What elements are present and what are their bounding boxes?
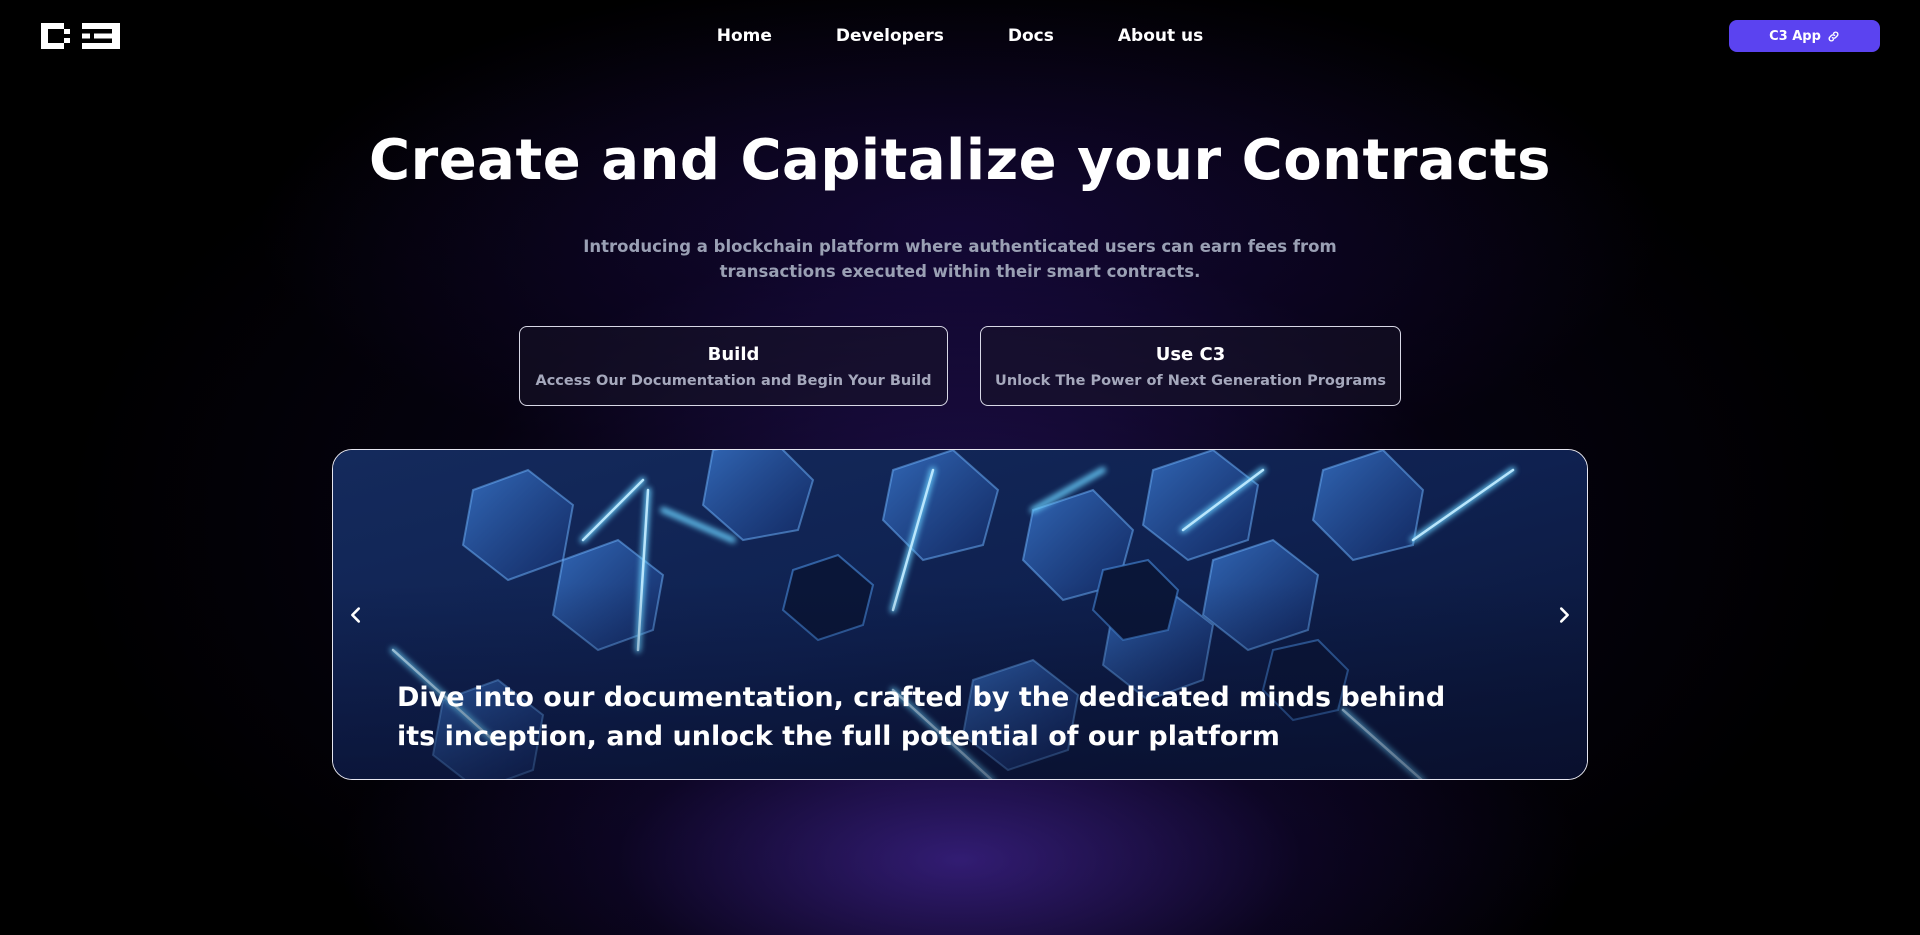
build-button-description: Access Our Documentation and Begin Your … [535,372,932,389]
build-button-title: Build [707,343,760,365]
carousel-next-button[interactable] [1549,600,1579,630]
c3-app-button[interactable]: C3 App [1729,20,1880,52]
use-c3-button[interactable]: Use C3 Unlock The Power of Next Generati… [980,326,1401,406]
carousel: Dive into our documentation, crafted by … [332,449,1588,780]
chevron-right-icon [1559,607,1569,623]
build-button[interactable]: Build Access Our Documentation and Begin… [519,326,948,406]
chevron-left-icon [351,607,361,623]
carousel-prev-button[interactable] [341,600,371,630]
page: Home Developers Docs About us C3 App Cre… [0,0,1920,935]
use-c3-button-title: Use C3 [1155,343,1226,365]
nav-link-home[interactable]: Home [717,26,772,46]
top-nav: Home Developers Docs About us C3 App [0,0,1920,72]
external-link-icon [1828,31,1839,41]
hero-subtitle: Introducing a blockchain platform where … [583,237,1337,281]
nav-link-about-us[interactable]: About us [1118,26,1203,46]
nav-links: Home Developers Docs About us [0,0,1920,72]
use-c3-button-description: Unlock The Power of Next Generation Prog… [995,372,1386,389]
hero-title: Create and Capitalize your Contracts [368,128,1552,193]
nav-link-docs[interactable]: Docs [1008,26,1054,46]
c3-app-button-label: C3 App [1769,28,1821,44]
carousel-caption: Dive into our documentation, crafted by … [397,682,1446,752]
nav-link-developers[interactable]: Developers [836,26,944,46]
